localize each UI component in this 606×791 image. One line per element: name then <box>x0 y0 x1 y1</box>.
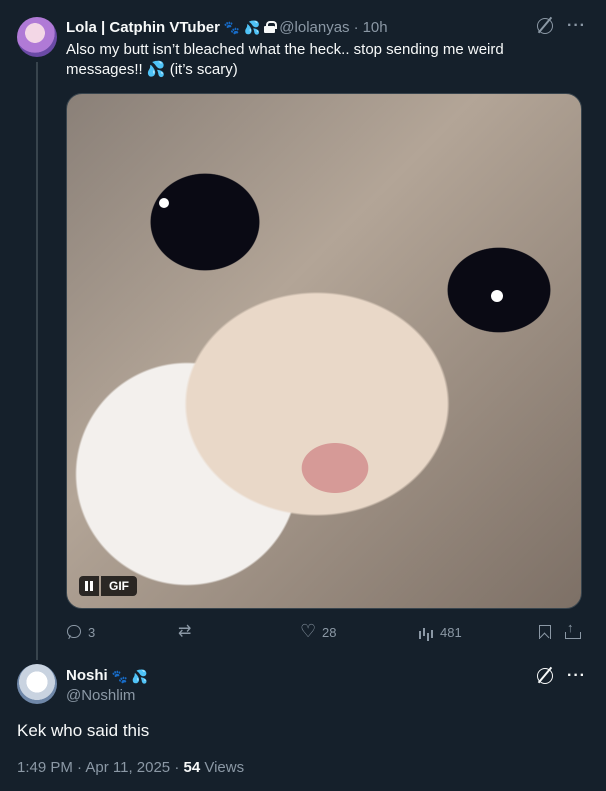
reply-header: Noshi 🐾 💦 @Noshlim <box>66 666 148 706</box>
reply-top-actions: ··· <box>537 667 586 685</box>
reply-text: Kek who said this <box>17 721 150 740</box>
tweet-time[interactable]: 10h <box>363 19 388 36</box>
reply-author-name[interactable]: Noshi <box>66 666 108 686</box>
like-count: 28 <box>322 624 337 640</box>
bookmark-icon <box>536 624 552 640</box>
lock-icon <box>264 21 278 33</box>
bookmark-button[interactable] <box>536 624 552 640</box>
reply-author-avatar[interactable] <box>17 664 57 704</box>
separator: · <box>353 18 359 36</box>
share-button[interactable] <box>564 620 581 640</box>
grok-icon[interactable] <box>537 668 554 684</box>
paw-emoji: 🐾 <box>111 668 128 684</box>
views-icon <box>418 624 434 640</box>
eye-highlight <box>159 198 169 208</box>
paw-emoji: 🐾 <box>223 19 241 35</box>
reply-meta: 1:49 PM · Apr 11, 2025 · 54 Views <box>17 759 244 776</box>
retweet-button[interactable] <box>178 621 194 641</box>
views-count: 481 <box>440 624 462 640</box>
more-icon[interactable]: ··· <box>567 667 586 685</box>
reply-views-label: Views <box>200 759 245 776</box>
more-icon[interactable]: ··· <box>567 17 586 35</box>
reply-count: 3 <box>88 624 96 640</box>
reply-author-handle[interactable]: @Noshlim <box>66 686 148 706</box>
reply-timestamp[interactable]: 1:49 PM · Apr 11, 2025 · <box>17 759 183 776</box>
gif-label: GIF <box>101 576 137 596</box>
tweet-header: Lola | Catphin VTuber 🐾 💦 @lolanyas · 10… <box>66 17 388 37</box>
author-name[interactable]: Lola | Catphin VTuber <box>66 19 220 36</box>
reply-icon <box>66 624 82 640</box>
author-avatar[interactable] <box>17 17 57 57</box>
gif-media[interactable]: GIF <box>66 93 582 609</box>
like-icon <box>300 621 316 642</box>
reply-button[interactable]: 3 <box>66 624 95 640</box>
droplets-emoji: 💦 <box>131 668 149 684</box>
eye-highlight <box>491 290 503 302</box>
grok-icon[interactable] <box>537 18 554 34</box>
like-button[interactable]: 28 <box>300 621 337 642</box>
tweet-text: Also my butt isn’t bleached what the hec… <box>66 41 504 78</box>
reply-views-count: 54 <box>183 759 201 776</box>
thread-connector-line <box>36 62 38 660</box>
droplets-emoji: 💦 <box>244 19 261 35</box>
gif-badge[interactable]: GIF <box>79 576 137 596</box>
share-icon <box>564 620 581 640</box>
tweet-top-actions: ··· <box>537 17 586 35</box>
views-button[interactable]: 481 <box>418 624 462 640</box>
retweet-icon <box>178 621 194 641</box>
author-handle[interactable]: @lolanyas <box>279 19 349 36</box>
tweet-actions: 3 28 481 <box>66 620 582 643</box>
pause-icon[interactable] <box>79 576 99 596</box>
